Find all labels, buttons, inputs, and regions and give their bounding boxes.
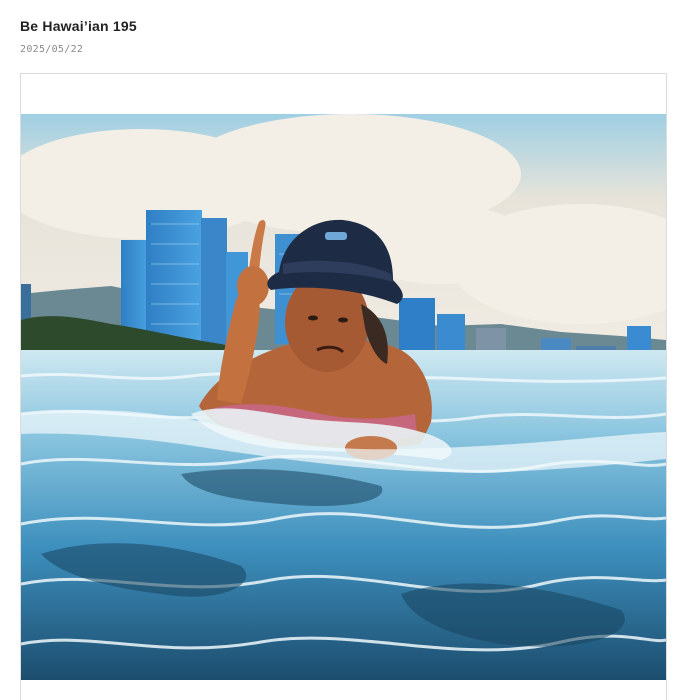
ocean-photo-illustration (21, 114, 666, 680)
blog-post-page: Be Hawai’ian 195 2025/05/22 (0, 0, 686, 700)
post-photo[interactable] (21, 114, 666, 680)
post-date: 2025/05/22 (20, 44, 84, 55)
post-title[interactable]: Be Hawai’ian 195 (20, 18, 137, 34)
photo-card (20, 73, 667, 700)
